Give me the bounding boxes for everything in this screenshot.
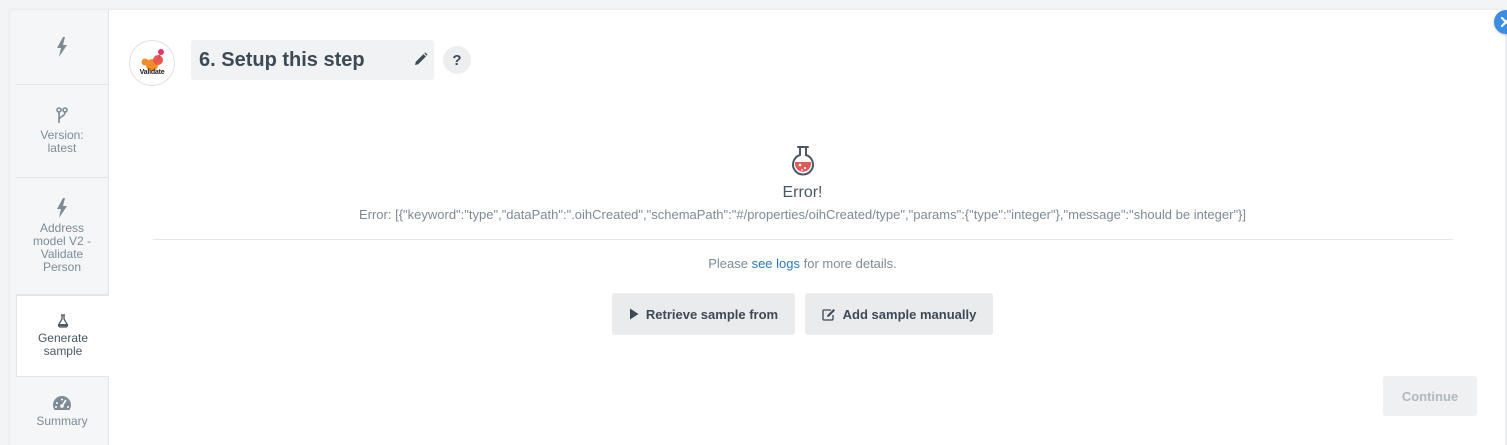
step-app-logo: Validate <box>129 40 175 86</box>
flask-icon <box>792 146 814 176</box>
retrieve-sample-label: Retrieve sample from <box>645 306 779 322</box>
sidebar-item-version[interactable]: Version: latest <box>16 85 108 178</box>
sidebar-item-trigger[interactable] <box>16 10 108 85</box>
sidebar-item-summary[interactable]: Summary <box>16 377 108 445</box>
flask-icon <box>57 314 69 328</box>
dashboard-icon <box>52 395 72 410</box>
step-sidebar: Version: latest Address model V2 - Valid… <box>10 10 109 445</box>
add-sample-manually-label: Add sample manually <box>842 306 977 322</box>
continue-label: Continue <box>1401 388 1459 404</box>
close-icon <box>1501 17 1507 27</box>
see-logs-link[interactable]: see logs <box>752 256 800 271</box>
details-suffix: for more details. <box>799 256 897 271</box>
sidebar-item-generate-sample[interactable]: Generate sample <box>16 295 109 377</box>
sidebar-item-label: Generate sample <box>37 331 89 358</box>
sidebar-item-label: Summary <box>36 413 88 428</box>
retrieve-sample-button[interactable]: Retrieve sample from <box>612 293 795 335</box>
play-icon <box>629 308 639 320</box>
wizard-panel: Version: latest Address model V2 - Valid… <box>10 10 1507 445</box>
bolt-icon <box>57 37 67 57</box>
continue-button[interactable]: Continue <box>1383 376 1477 416</box>
error-title: Error! <box>782 184 823 201</box>
divider <box>153 239 1453 240</box>
sidebar-item-label: Version: latest <box>40 128 84 155</box>
validate-logo-icon <box>141 49 164 71</box>
branch-icon <box>56 107 68 123</box>
logo-text: Validate <box>139 69 165 76</box>
add-sample-manually-button[interactable]: Add sample manually <box>805 293 993 335</box>
step-title-box[interactable]: 6. Setup this step <box>191 40 434 80</box>
close-button[interactable] <box>1494 10 1507 34</box>
details-prefix: Please <box>708 256 752 271</box>
edit-icon <box>822 308 836 321</box>
help-label: ? <box>452 51 462 69</box>
details-text: Please see logs for more details. <box>10 256 1507 271</box>
pencil-icon[interactable] <box>413 52 428 67</box>
page-title: 6. Setup this step <box>199 48 365 71</box>
help-button[interactable]: ? <box>443 46 471 74</box>
error-message: Error: [{"keyword":"type","dataPath":".o… <box>358 207 1247 222</box>
